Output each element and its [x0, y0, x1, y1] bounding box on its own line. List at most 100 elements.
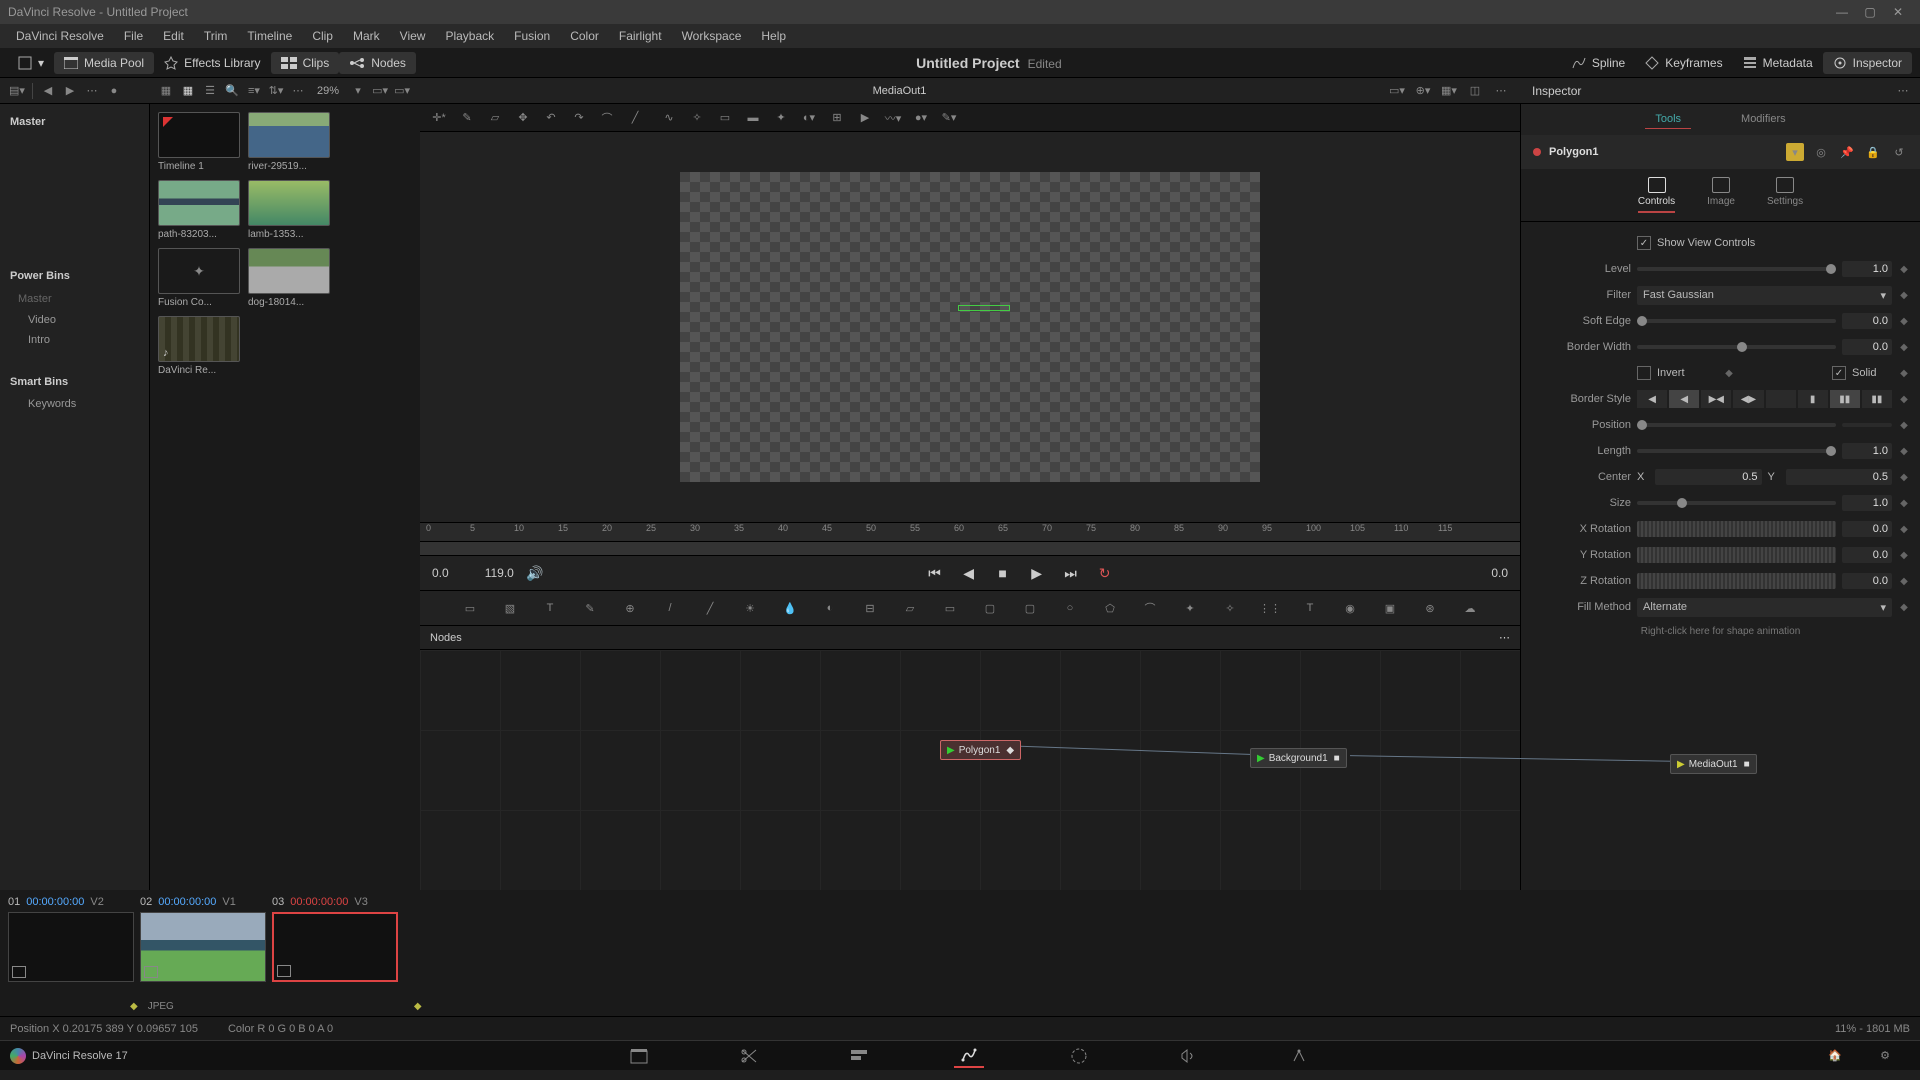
filter-icon[interactable]: ≡▾	[243, 81, 265, 101]
size-value[interactable]: 1.0	[1842, 495, 1892, 511]
effects-library-button[interactable]: Effects Library	[154, 52, 270, 74]
undo-icon[interactable]: ↶	[540, 107, 562, 129]
media-pool-button[interactable]: Media Pool	[54, 52, 154, 74]
media-thumb-0[interactable]: Timeline 1	[158, 112, 240, 172]
xrot-value[interactable]: 0.0	[1842, 521, 1892, 537]
tab-modifiers[interactable]: Modifiers	[1731, 110, 1796, 129]
goto-end[interactable]: ⏭	[1058, 560, 1084, 586]
tool-particles[interactable]: ✧	[1217, 595, 1243, 621]
fit-icon[interactable]: ▭▾	[369, 81, 391, 101]
fillmethod-select[interactable]: Alternate▾	[1637, 598, 1892, 617]
tool-camera3d[interactable]: ▣	[1377, 595, 1403, 621]
nav-back[interactable]: ◀	[37, 81, 59, 101]
filter-select[interactable]: Fast Gaussian▾	[1637, 286, 1892, 305]
clips-button[interactable]: Clips	[271, 52, 340, 74]
zrot-value[interactable]: 0.0	[1842, 573, 1892, 589]
nav-fwd[interactable]: ▶	[59, 81, 81, 101]
lock-icon[interactable]: 🔒	[1864, 143, 1882, 161]
tool-channelbool[interactable]: ╱	[697, 595, 723, 621]
tool-transform[interactable]: ▱	[897, 595, 923, 621]
pin-icon[interactable]: 📌	[1838, 143, 1856, 161]
menu-view[interactable]: View	[390, 29, 436, 43]
select-tool[interactable]: ▱	[484, 107, 506, 129]
page-fairlight[interactable]	[1174, 1044, 1204, 1068]
tool-bspline-mask[interactable]: ⌒	[1137, 595, 1163, 621]
sort-icon[interactable]: ⇅▾	[265, 81, 287, 101]
shape-anim-hint[interactable]: Right-click here for shape animation	[1531, 620, 1910, 643]
view-opt1[interactable]: ▭▾	[1386, 81, 1408, 101]
versions-icon[interactable]: ▾	[1786, 143, 1804, 161]
guide-tool[interactable]: ⊞	[826, 107, 848, 129]
inspector-button[interactable]: Inspector	[1823, 52, 1912, 74]
rect-fill-tool[interactable]: ▬	[742, 107, 764, 129]
level-keyframe[interactable]: ◆	[1898, 264, 1910, 275]
mask-tool[interactable]: ◐▾	[798, 107, 820, 129]
tool-text[interactable]: T	[537, 595, 563, 621]
borderwidth-value[interactable]: 0.0	[1842, 339, 1892, 355]
close-button[interactable]: ✕	[1884, 5, 1912, 19]
tool-resize[interactable]: ▭	[937, 595, 963, 621]
play-button[interactable]: ▶	[1024, 560, 1050, 586]
menu-trim[interactable]: Trim	[194, 29, 238, 43]
edit-tool[interactable]: ✎▾	[938, 107, 960, 129]
nodes-canvas[interactable]: ▶Polygon1◆ ▶Background1■ ▶MediaOut1■	[420, 650, 1520, 890]
borderstyle-buttons[interactable]: ◀◀▶◀◀▶ ▮▮▮▮▮	[1637, 390, 1892, 408]
bin-video[interactable]: Video	[0, 310, 149, 330]
view-list[interactable]: ☰	[199, 81, 221, 101]
loop-button[interactable]: ↻	[1092, 560, 1118, 586]
xrot-wheel[interactable]	[1637, 521, 1836, 537]
wave-tool[interactable]: 〰▾	[882, 107, 904, 129]
yrot-value[interactable]: 0.0	[1842, 547, 1892, 563]
tool-tracker[interactable]: ⊕	[617, 595, 643, 621]
polygon-shape[interactable]	[958, 305, 1010, 311]
more-icon[interactable]: ⋯	[81, 81, 103, 101]
solid-check[interactable]: ✓	[1832, 366, 1846, 380]
redo-icon[interactable]: ↷	[568, 107, 590, 129]
menu-color[interactable]: Color	[560, 29, 609, 43]
node-mediaout[interactable]: ▶MediaOut1■	[1670, 754, 1757, 774]
tool-shape3d[interactable]: ◉	[1337, 595, 1363, 621]
menu-workspace[interactable]: Workspace	[672, 29, 752, 43]
view-more[interactable]: ⋯	[1490, 81, 1512, 101]
bin-master[interactable]: Master	[0, 110, 149, 134]
menu-mark[interactable]: Mark	[343, 29, 390, 43]
view-thumb[interactable]: ▦	[177, 81, 199, 101]
center-x[interactable]: 0.5	[1655, 469, 1762, 485]
menu-timeline[interactable]: Timeline	[237, 29, 302, 43]
more-opts[interactable]: ⋯	[287, 81, 309, 101]
bin-intro[interactable]: Intro	[0, 330, 149, 350]
goto-start[interactable]: ⏮	[922, 560, 948, 586]
show-view-controls-check[interactable]: ✓	[1637, 236, 1651, 250]
view-thumb-small[interactable]: ▦	[155, 81, 177, 101]
bspline-tool[interactable]: ✧	[686, 107, 708, 129]
clip-03[interactable]: 0300:00:00:00V3	[272, 896, 398, 982]
tool-bg[interactable]: ▭	[457, 595, 483, 621]
viewer-canvas[interactable]	[420, 132, 1520, 522]
borderwidth-kf[interactable]: ◆	[1898, 342, 1910, 353]
media-thumb-5[interactable]: dog-18014...	[248, 248, 330, 308]
project-settings-button[interactable]: ⚙	[1870, 1044, 1900, 1068]
position-slider[interactable]	[1637, 423, 1836, 427]
anchor-tool[interactable]: ✥	[512, 107, 534, 129]
position-kf[interactable]: ◆	[1898, 420, 1910, 431]
layout-button[interactable]: ▾	[8, 52, 54, 74]
minimize-button[interactable]: —	[1828, 5, 1856, 19]
zoom-menu[interactable]: ▾	[347, 81, 369, 101]
tool-matte[interactable]: ▢	[977, 595, 1003, 621]
tool-fastnoise[interactable]: ▧	[497, 595, 523, 621]
clone-icon[interactable]: ◎	[1812, 143, 1830, 161]
page-fusion[interactable]	[954, 1044, 984, 1068]
smart-bins-hdr[interactable]: Smart Bins	[0, 370, 149, 394]
menu-edit[interactable]: Edit	[153, 29, 194, 43]
menu-davinciresolve[interactable]: DaVinci Resolve	[6, 29, 114, 43]
softedge-kf[interactable]: ◆	[1898, 316, 1910, 327]
media-thumb-6[interactable]: DaVinci Re...	[158, 316, 240, 376]
audio-icon[interactable]: 🔊	[522, 560, 548, 586]
menu-file[interactable]: File	[114, 29, 153, 43]
yrot-wheel[interactable]	[1637, 547, 1836, 563]
fillmethod-kf[interactable]: ◆	[1898, 602, 1910, 613]
menu-help[interactable]: Help	[751, 29, 796, 43]
yrot-kf[interactable]: ◆	[1898, 550, 1910, 561]
view-opt2[interactable]: ⊕▾	[1412, 81, 1434, 101]
node-polygon[interactable]: ▶Polygon1◆	[940, 740, 1021, 760]
